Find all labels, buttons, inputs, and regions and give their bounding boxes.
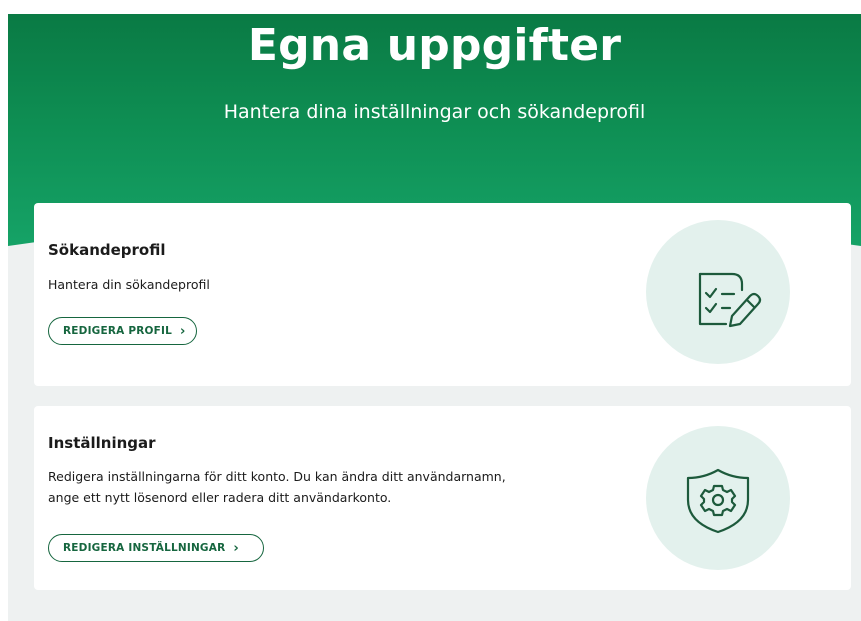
page-title: Egna uppgifter [247,20,622,71]
card-description: Redigera inställningarna för ditt konto.… [48,469,506,505]
card-installningar: Inställningar Redigera inställningarna f… [34,406,851,590]
illustration-circle [646,426,790,570]
edit-profile-button[interactable]: REDIGERA PROFIL › [48,317,197,345]
shield-gear-icon [686,468,750,534]
card-description: Hantera din sökandeprofil [48,277,210,292]
button-label: REDIGERA PROFIL [63,325,173,337]
chevron-right-icon: › [180,323,186,339]
edit-settings-button[interactable]: REDIGERA INSTÄLLNINGAR › [48,534,264,562]
checklist-edit-icon [698,272,762,328]
chevron-right-icon: › [233,540,239,556]
illustration-circle [646,220,790,364]
card-title: Inställningar [48,434,156,452]
card-title: Sökandeprofil [48,241,166,259]
page-subtitle: Hantera dina inställningar och sökandepr… [223,101,646,123]
button-label: REDIGERA INSTÄLLNINGAR [63,542,226,554]
card-sokandeprofil: Sökandeprofil Hantera din sökandeprofil … [34,203,851,386]
